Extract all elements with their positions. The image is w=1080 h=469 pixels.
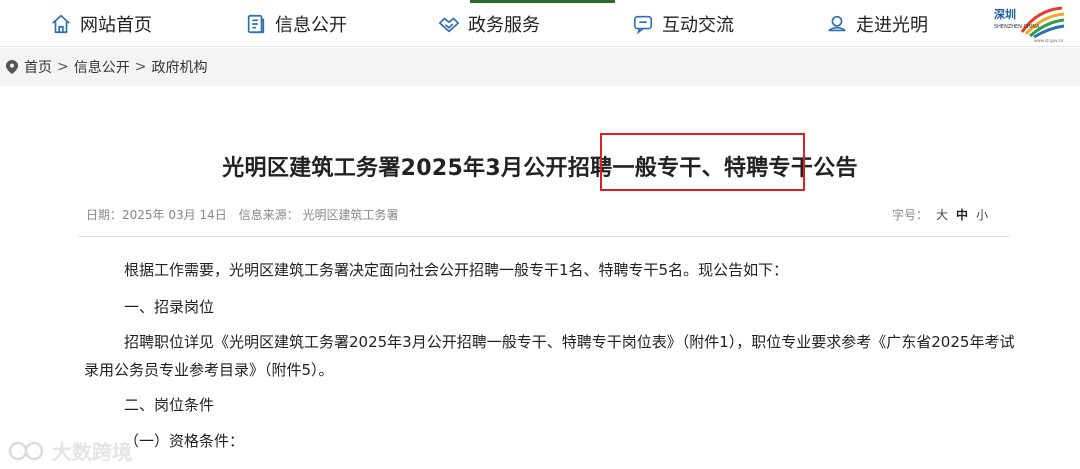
breadcrumb-separator: > bbox=[134, 59, 147, 75]
handshake-icon bbox=[438, 17, 460, 33]
document-icon bbox=[247, 14, 265, 34]
article-title: 光明区建筑工务署2025年3月公开招聘一般专干、特聘专干公告 bbox=[222, 156, 858, 181]
meta-divider bbox=[78, 236, 1010, 237]
header-accent-strip bbox=[470, 0, 615, 3]
nav-item-info-disclosure[interactable]: 信息公开 bbox=[245, 10, 347, 38]
watermark: 大数跨境 bbox=[8, 436, 132, 465]
logo-url: www.sz.gov.cn bbox=[1034, 38, 1064, 43]
breadcrumb-separator: > bbox=[57, 59, 69, 75]
nav-item-label: 信息公开 bbox=[275, 15, 347, 36]
font-size-switcher: 字号： 大 中 小 bbox=[892, 206, 988, 223]
city-icon bbox=[828, 15, 846, 32]
nav-item-interaction[interactable]: 互动交流 bbox=[632, 10, 734, 38]
subsection-heading-qualifications: （一）资格条件： bbox=[124, 432, 245, 450]
article-source: 信息来源： 光明区建筑工务署 bbox=[238, 208, 399, 222]
font-size-medium-button[interactable]: 中 bbox=[956, 206, 968, 223]
highlight-box bbox=[600, 133, 805, 191]
paragraph-intro: 根据工作需要，光明区建筑工务署决定面向社会公开招聘一般专干1名、特聘专干5名。现… bbox=[124, 261, 789, 279]
article-date: 日期：2025年 03月 14日 bbox=[86, 208, 227, 222]
logo-text-en: SHENZHEN CHINA bbox=[994, 24, 1040, 30]
section-heading-conditions: 二、岗位条件 bbox=[124, 396, 215, 414]
article-meta: 日期：2025年 03月 14日 信息来源： 光明区建筑工务署 bbox=[86, 206, 399, 223]
shenzhen-logo[interactable]: 深圳 SHENZHEN CHINA www.sz.gov.cn bbox=[992, 4, 1066, 44]
breadcrumb-gov-agencies[interactable]: 政府机构 bbox=[151, 57, 207, 77]
nav-item-home[interactable]: 网站首页 bbox=[50, 10, 152, 38]
nav-item-label: 政务服务 bbox=[468, 15, 540, 36]
paragraph-positions-detail: 招聘职位详见《光明区建筑工务署2025年3月公开招聘一般专干、特聘专干岗位表》（… bbox=[124, 333, 1015, 351]
watermark-logo-icon bbox=[8, 441, 44, 460]
section-heading-positions: 一、招录岗位 bbox=[124, 298, 215, 316]
font-size-small-button[interactable]: 小 bbox=[976, 206, 988, 223]
breadcrumb-info-disclosure[interactable]: 信息公开 bbox=[74, 57, 130, 77]
font-size-label: 字号： bbox=[891, 208, 928, 222]
nav-item-about-guangming[interactable]: 走进光明 bbox=[826, 10, 928, 38]
font-size-large-button[interactable]: 大 bbox=[936, 206, 948, 223]
chat-icon bbox=[633, 15, 653, 35]
nav-item-label: 网站首页 bbox=[80, 15, 152, 36]
logo-text-cn: 深圳 bbox=[994, 7, 1016, 21]
nav-item-gov-services[interactable]: 政务服务 bbox=[438, 10, 540, 38]
nav-item-label: 互动交流 bbox=[662, 15, 734, 36]
breadcrumb-home[interactable]: 首页 bbox=[24, 57, 52, 77]
paragraph-positions-detail-cont: 录用公务员专业参考目录》（附件5）。 bbox=[84, 361, 334, 379]
home-icon bbox=[52, 14, 70, 34]
top-navigation-bar: 网站首页 信息公开 政务服务 互动交流 走进光明 深圳 SHENZHEN CHI… bbox=[0, 0, 1080, 47]
location-pin-icon bbox=[6, 60, 18, 74]
nav-item-label: 走进光明 bbox=[856, 15, 928, 36]
breadcrumb: 首页 > 信息公开 > 政府机构 bbox=[0, 48, 1080, 86]
watermark-text: 大数跨境 bbox=[52, 440, 132, 464]
